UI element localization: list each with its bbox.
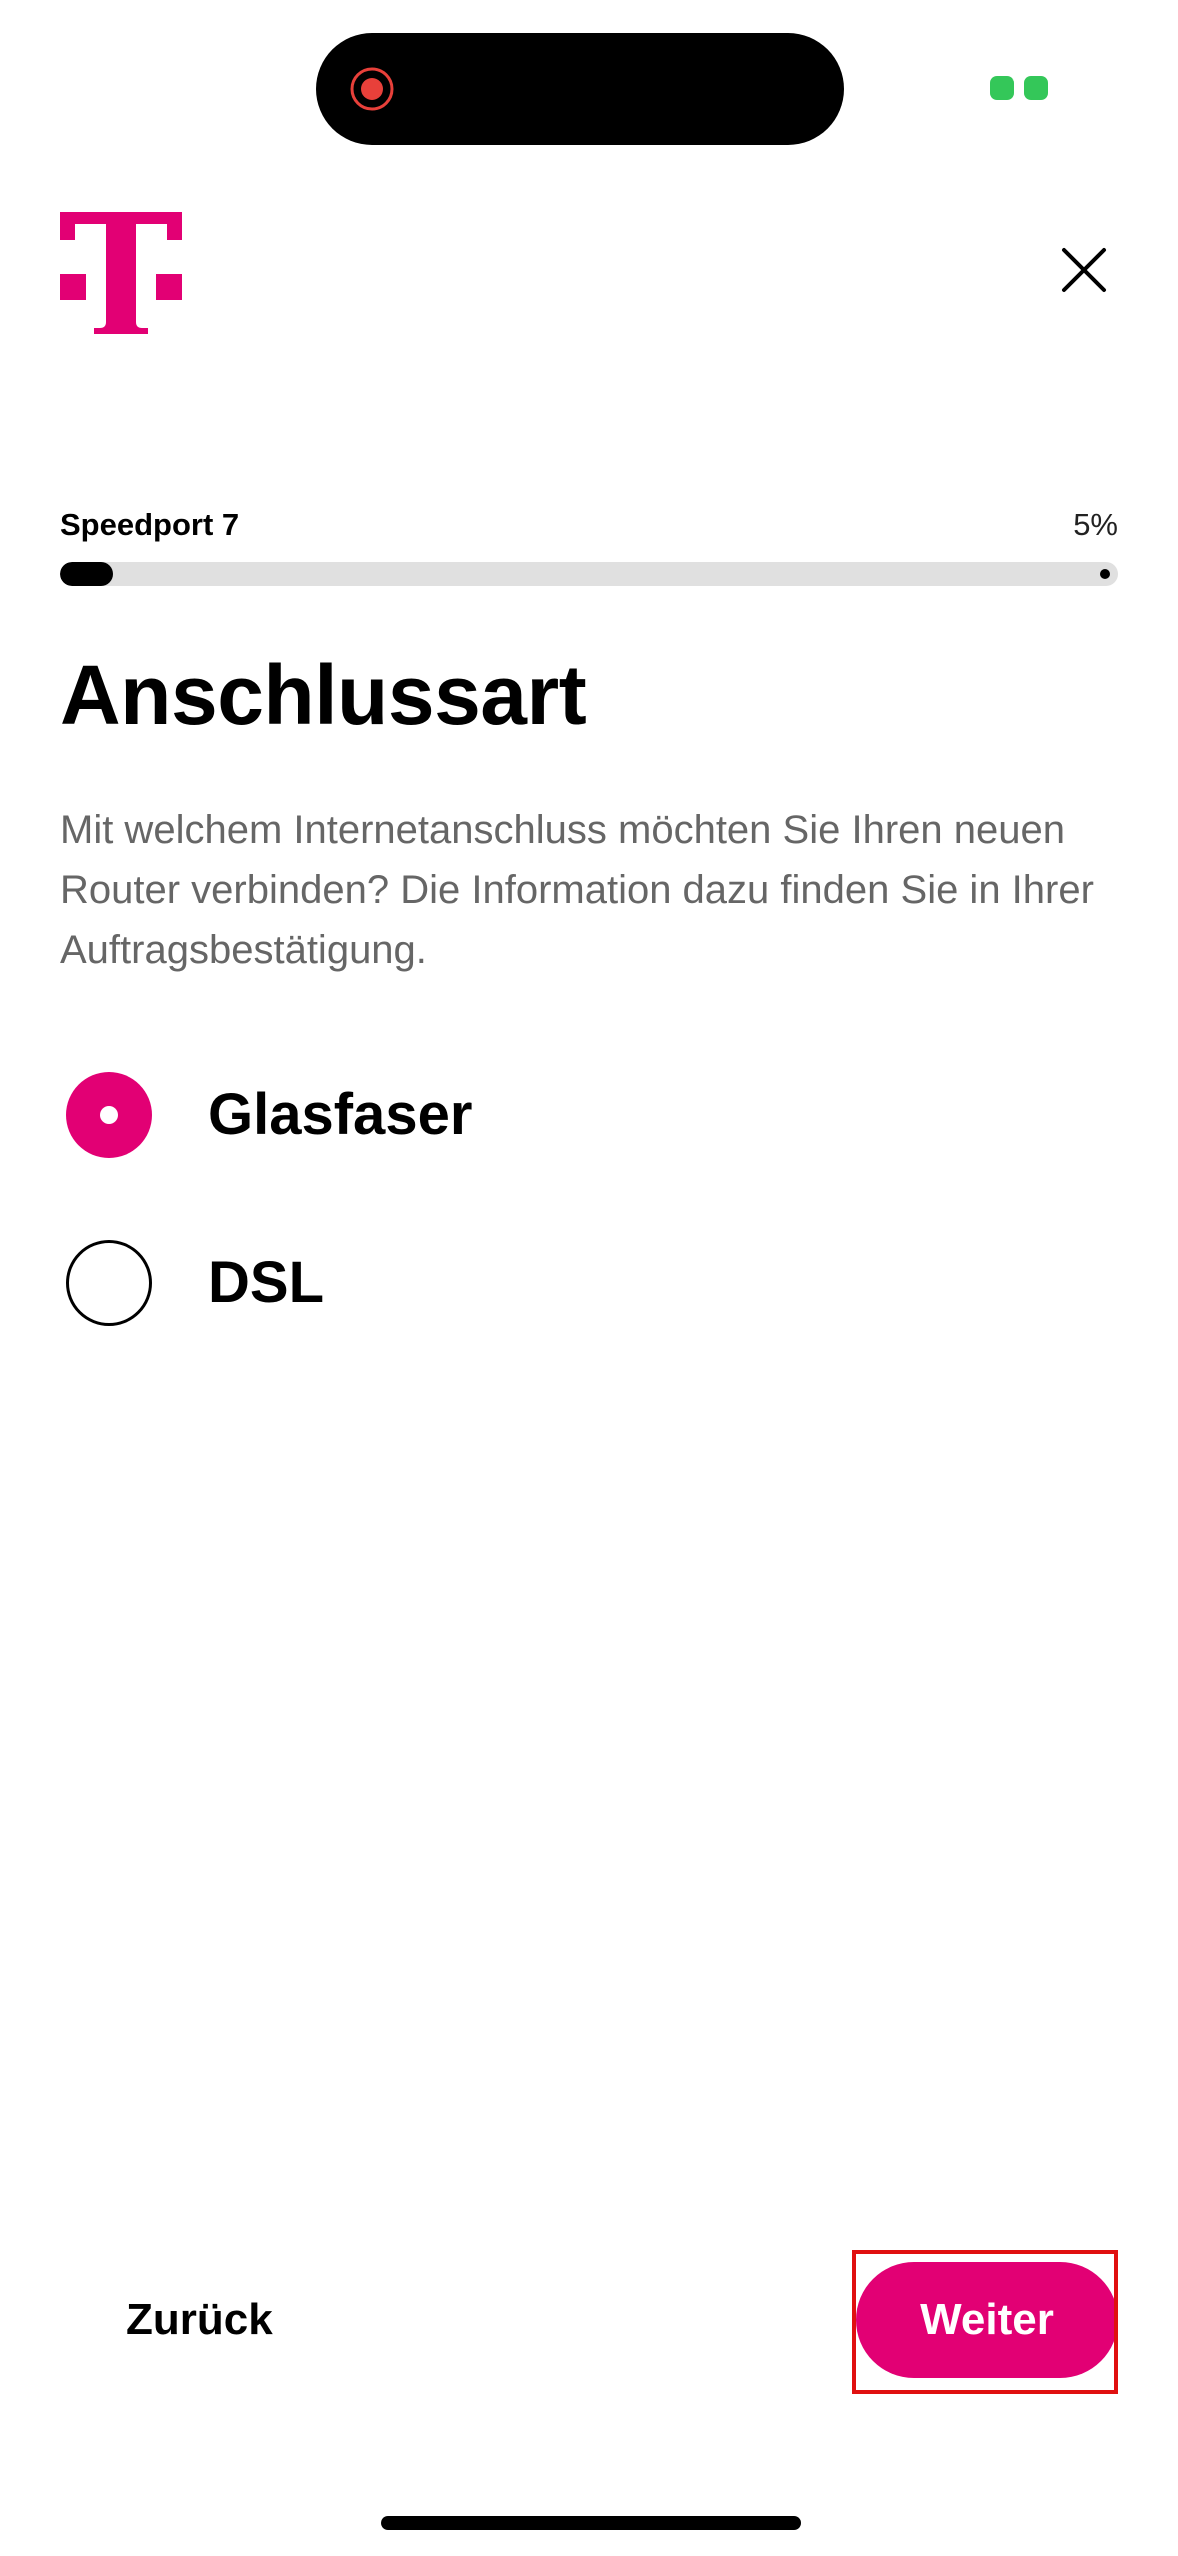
telekom-logo — [60, 212, 182, 334]
back-button[interactable]: Zurück — [126, 2290, 273, 2350]
radio-unchecked-icon[interactable] — [66, 1240, 152, 1326]
option-glasfaser[interactable]: Glasfaser — [60, 1060, 1118, 1170]
option-label: DSL — [208, 1250, 324, 1315]
progress-label: Speedport 7 — [60, 507, 240, 542]
option-label: Glasfaser — [208, 1082, 473, 1147]
page-title: Anschlussart — [60, 648, 587, 742]
progress-end-dot — [1100, 569, 1110, 579]
home-indicator[interactable] — [381, 2516, 801, 2530]
progress-fill — [60, 562, 113, 586]
page-description: Mit welchem Internetanschluss möchten Si… — [60, 808, 1094, 972]
option-dsl[interactable]: DSL — [60, 1228, 1118, 1338]
progress-bar — [60, 562, 1118, 586]
battery-charging-icon — [990, 76, 1048, 100]
radio-checked-icon[interactable] — [66, 1072, 152, 1158]
close-icon[interactable] — [1050, 236, 1118, 304]
screen-recording-icon — [350, 67, 394, 111]
progress-percent: 5% — [1073, 507, 1118, 542]
next-button[interactable]: Weiter — [856, 2262, 1118, 2378]
